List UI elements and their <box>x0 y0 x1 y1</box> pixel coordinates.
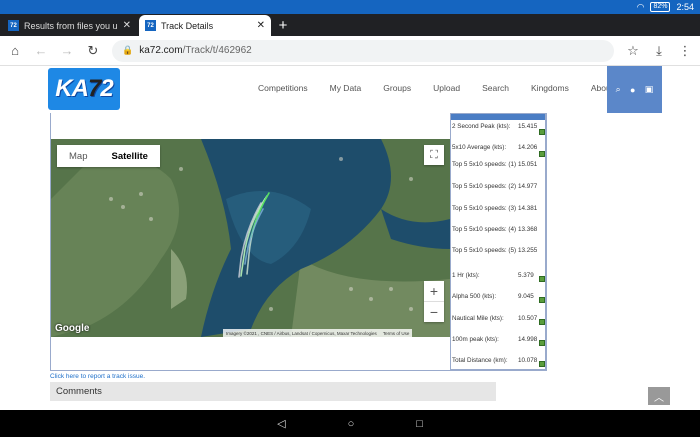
logo-tail: 2 <box>100 75 113 102</box>
url-domain: ka72.com <box>139 45 183 56</box>
stat-value: 14.206 <box>518 144 538 151</box>
nav-upload[interactable]: Upload <box>433 83 460 93</box>
url-bar[interactable]: 🔒 ka72.com/Track/t/462962 <box>112 39 614 62</box>
nav-groups[interactable]: Groups <box>383 83 411 93</box>
nav-search[interactable]: Search <box>482 83 509 93</box>
stat-label: 100m peak (kts): <box>452 336 499 343</box>
stat-value: 14.998 <box>518 336 538 343</box>
track-map[interactable]: Map Satellite ⛶ + − Google Imagery ©2021… <box>51 139 450 337</box>
site-header: KA 7 2 Competitions My Data Groups Upload … <box>0 66 700 113</box>
stat-label: Top 5 5x10 speeds: (3) <box>452 205 517 212</box>
lock-icon[interactable]: ▣ <box>645 84 654 95</box>
stat-label: Top 5 5x10 speeds: (4) <box>452 226 517 233</box>
android-nav-bar: ◁ ○ □ <box>0 410 700 437</box>
stat-value: 15.051 <box>518 161 538 168</box>
imagery-credit: Imagery ©2021 , CNES / Airbus, Landsat /… <box>226 330 377 336</box>
map-type-toggle: Map Satellite <box>57 145 160 167</box>
ka72-favicon-icon: 72 <box>8 20 19 31</box>
fullscreen-icon[interactable]: ⛶ <box>424 145 444 165</box>
track-stats-panel: 2 Second Peak (kts): 15.415 5x10 Average… <box>450 113 546 370</box>
reload-icon[interactable]: ↻ <box>86 43 100 59</box>
close-tab-icon[interactable]: ✕ <box>123 20 131 31</box>
menu-dots-icon[interactable]: ⋮ <box>678 43 692 59</box>
satellite-imagery <box>51 139 450 337</box>
user-actions: ⌕ ● ▣ <box>607 66 662 113</box>
rank-badge-icon[interactable] <box>539 361 545 367</box>
comments-header: Comments <box>50 382 496 401</box>
user-icon[interactable]: ● <box>630 85 635 95</box>
close-tab-icon[interactable]: ✕ <box>257 20 265 31</box>
download-icon[interactable]: ⤓ <box>652 43 666 59</box>
google-logo: Google <box>55 323 90 334</box>
stat-value: 15.415 <box>518 123 538 130</box>
map-attribution: Imagery ©2021 , CNES / Airbus, Landsat /… <box>223 329 413 337</box>
rank-badge-icon[interactable] <box>539 340 545 346</box>
stat-label: 1 Hr (kts): <box>452 272 480 279</box>
stat-label: Total Distance (km): <box>452 357 508 364</box>
rank-badge-icon[interactable] <box>539 129 545 135</box>
nav-kingdoms[interactable]: Kingdoms <box>531 83 569 93</box>
browser-tab-strip: 72 Results from files you uploa ✕ 72 Tra… <box>0 14 700 36</box>
stat-label: 5x10 Average (kts): <box>452 144 507 151</box>
stats-header <box>451 114 545 120</box>
stat-label: 2 Second Peak (kts): <box>452 123 511 130</box>
stat-value: 13.368 <box>518 226 538 233</box>
stat-value: 14.381 <box>518 205 538 212</box>
terms-link[interactable]: Terms of Use <box>383 331 410 336</box>
stat-label: Top 5 5x10 speeds: (2) <box>452 183 517 190</box>
stat-value: 13.255 <box>518 247 538 254</box>
stat-label: Top 5 5x10 speeds: (1) <box>452 161 517 168</box>
stat-value: 5.379 <box>518 272 534 279</box>
zoom-out-button[interactable]: − <box>424 302 444 322</box>
ka72-favicon-icon: 72 <box>145 20 156 31</box>
rank-badge-icon[interactable] <box>539 297 545 303</box>
zoom-in-button[interactable]: + <box>424 281 444 301</box>
recents-square-icon[interactable]: □ <box>416 418 423 430</box>
logo-text: KA <box>55 75 89 102</box>
stat-label: Nautical Mile (kts): <box>452 315 504 322</box>
home-circle-icon[interactable]: ○ <box>348 418 355 430</box>
back-triangle-icon[interactable]: ◁ <box>277 417 285 430</box>
stat-value: 9.045 <box>518 293 534 300</box>
search-icon[interactable]: ⌕ <box>616 84 621 95</box>
stat-value: 10.078 <box>518 357 538 364</box>
stat-label: Alpha 500 (kts): <box>452 293 497 300</box>
report-track-issue-link[interactable]: Click here to report a track issue. <box>50 373 145 380</box>
satellite-view-button[interactable]: Satellite <box>99 145 159 167</box>
tab-results[interactable]: 72 Results from files you uploa ✕ <box>2 15 137 36</box>
rank-badge-icon[interactable] <box>539 276 545 282</box>
rank-badge-icon[interactable] <box>539 319 545 325</box>
tab-title: Results from files you uploa <box>24 20 118 31</box>
web-page: KA 7 2 Competitions My Data Groups Upload … <box>0 66 700 410</box>
stat-label: Top 5 5x10 speeds: (5) <box>452 247 517 254</box>
ka72-logo[interactable]: KA 7 2 <box>48 68 120 110</box>
rank-badge-icon[interactable] <box>539 151 545 157</box>
clock: 2:54 <box>676 2 694 12</box>
tab-track-details[interactable]: 72 Track Details ✕ <box>139 15 271 36</box>
logo-accent: 7 <box>87 75 101 102</box>
home-icon[interactable]: ⌂ <box>8 43 22 58</box>
browser-toolbar: ⌂ ← → ↻ 🔒 ka72.com/Track/t/462962 ☆ ⤓ ⋮ <box>0 36 700 66</box>
wifi-icon: ◠ <box>636 1 645 12</box>
android-status-bar: ◠ 82% 2:54 <box>0 0 700 14</box>
map-view-button[interactable]: Map <box>57 145 99 167</box>
stat-value: 14.977 <box>518 183 538 190</box>
stat-value: 10.507 <box>518 315 538 322</box>
battery-indicator: 82% <box>650 2 671 12</box>
new-tab-button[interactable]: + <box>271 17 295 34</box>
bookmark-star-icon[interactable]: ☆ <box>626 43 640 59</box>
scroll-to-top-button[interactable]: ︿ <box>648 387 670 405</box>
nav-my-data[interactable]: My Data <box>330 83 362 93</box>
tab-title: Track Details <box>161 20 214 31</box>
back-icon[interactable]: ← <box>34 43 48 58</box>
forward-icon[interactable]: → <box>60 43 74 58</box>
main-nav: Competitions My Data Groups Upload Searc… <box>258 66 635 110</box>
url-path: /Track/t/462962 <box>182 45 252 56</box>
lock-icon: 🔒 <box>122 45 134 55</box>
nav-competitions[interactable]: Competitions <box>258 83 308 93</box>
zoom-control: + − <box>424 281 444 322</box>
